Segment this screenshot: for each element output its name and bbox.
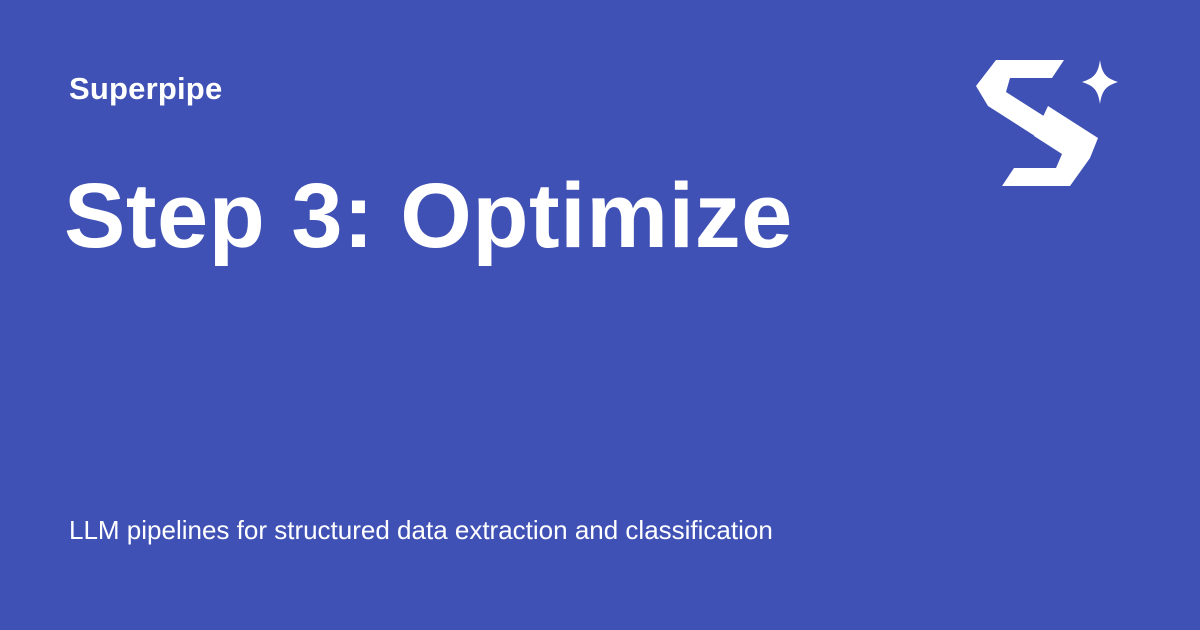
logo-graphic (976, 60, 1118, 186)
brand-name: Superpipe (69, 71, 223, 106)
page-subtitle: LLM pipelines for structured data extrac… (69, 515, 773, 545)
superpipe-logo-icon (968, 56, 1120, 188)
page-title: Step 3: Optimize (64, 165, 793, 267)
logo-sparkle (1082, 60, 1118, 104)
